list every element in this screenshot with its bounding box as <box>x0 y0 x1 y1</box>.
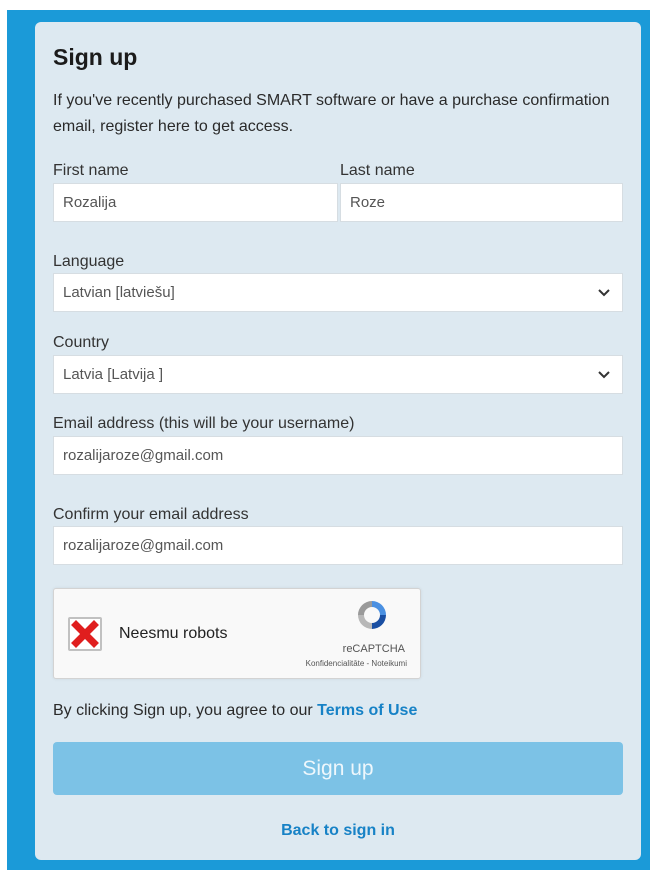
recaptcha-checkbox[interactable] <box>68 617 102 651</box>
red-x-icon <box>71 620 99 648</box>
last-name-label: Last name <box>340 162 415 179</box>
back-to-sign-in-link[interactable]: Back to sign in <box>35 822 641 840</box>
sign-up-button[interactable]: Sign up <box>53 742 623 795</box>
country-value: Latvia [Latvija ] <box>63 366 164 383</box>
chevron-down-icon <box>598 371 610 379</box>
recaptcha-brand: reCAPTCHA <box>342 643 405 655</box>
confirm-email-label: Confirm your email address <box>53 506 249 523</box>
country-select[interactable]: Latvia [Latvija ] <box>53 355 623 394</box>
terms-of-use-link[interactable]: Terms of Use <box>317 702 417 719</box>
confirm-email-field[interactable]: rozalijaroze@gmail.com <box>53 526 623 565</box>
recaptcha-widget: Neesmu robots reCAPTCHA Konfidencialitāt… <box>53 588 421 679</box>
recaptcha-links[interactable]: Konfidencialitāte - Noteikumi <box>306 659 407 668</box>
chevron-down-icon <box>598 289 610 297</box>
terms-notice: By clicking Sign up, you agree to our Te… <box>53 702 417 720</box>
first-name-field[interactable]: Rozalija <box>53 183 338 222</box>
country-label: Country <box>53 334 110 351</box>
email-label: Email address (this will be your usernam… <box>53 415 355 432</box>
language-label: Language <box>53 253 125 270</box>
language-select[interactable]: Latvian [latviešu] <box>53 273 623 312</box>
page-title: Sign up <box>53 44 138 70</box>
recaptcha-label: Neesmu robots <box>119 625 228 642</box>
recaptcha-logo-icon <box>358 601 386 629</box>
last-name-field[interactable]: Roze <box>340 183 623 222</box>
first-name-label: First name <box>53 162 129 179</box>
intro-text: If you've recently purchased SMART softw… <box>53 92 610 135</box>
signup-card: Sign up If you've recently purchased SMA… <box>35 22 641 860</box>
email-field[interactable]: rozalijaroze@gmail.com <box>53 436 623 475</box>
language-value: Latvian [latviešu] <box>63 284 175 301</box>
terms-prefix: By clicking Sign up, you agree to our <box>53 702 318 719</box>
